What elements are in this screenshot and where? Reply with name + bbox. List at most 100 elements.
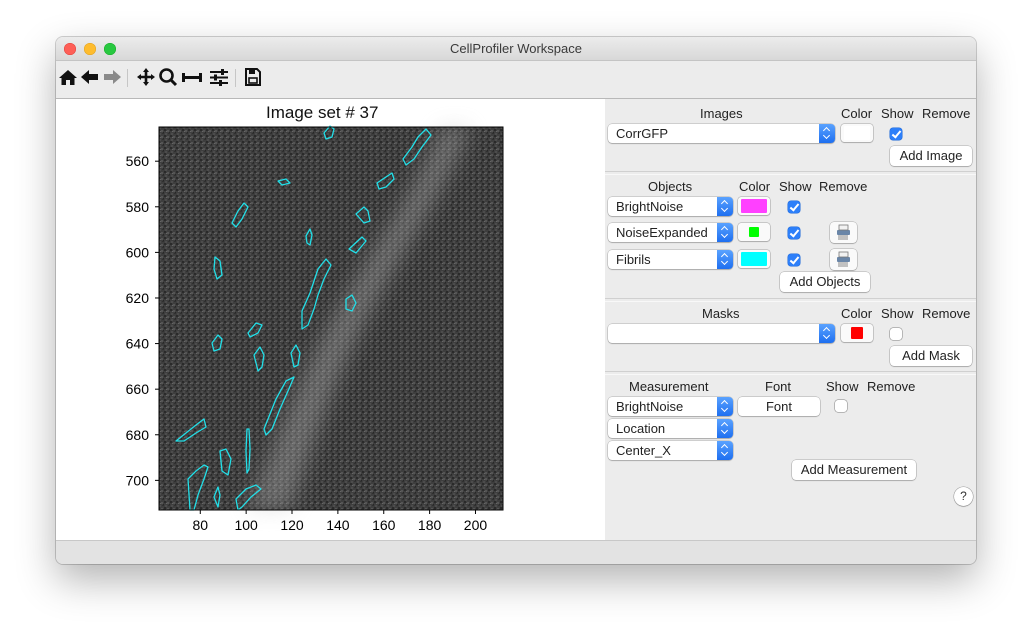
chevron-updown-icon bbox=[717, 223, 733, 242]
object-select-brightnoise[interactable]: BrightNoise bbox=[608, 197, 733, 216]
shredder-icon bbox=[837, 251, 850, 267]
y-tick-label: 640 bbox=[126, 336, 150, 352]
zoom-icon[interactable] bbox=[157, 65, 179, 89]
y-tick-label: 580 bbox=[126, 199, 150, 215]
objects-remove-header: Remove bbox=[819, 179, 868, 194]
object-select-value: BrightNoise bbox=[616, 199, 684, 214]
chevron-updown-icon bbox=[717, 419, 733, 438]
section-divider bbox=[605, 371, 976, 375]
add-measurement-button[interactable]: Add Measurement bbox=[792, 460, 916, 480]
mask-show-checkbox[interactable] bbox=[890, 328, 902, 340]
remove-object-button[interactable] bbox=[830, 249, 857, 270]
remove-object-button[interactable] bbox=[830, 222, 857, 243]
add-objects-button[interactable]: Add Objects bbox=[780, 272, 870, 292]
add-mask-button[interactable]: Add Mask bbox=[890, 346, 972, 366]
image-select[interactable]: CorrGFP bbox=[608, 124, 835, 143]
object-color-swatch[interactable] bbox=[738, 223, 770, 241]
measurement-header: Measurement bbox=[629, 379, 709, 394]
image-axes[interactable]: 80 100 120 140 160 180 200 560 580 600 620 640 660 6… bbox=[56, 99, 605, 540]
measurement-font-header: Font bbox=[765, 379, 792, 394]
save-icon[interactable] bbox=[242, 65, 264, 89]
figure-canvas: Image set # 37 80 100 120 140 160 180 20… bbox=[56, 99, 605, 540]
object-color-swatch[interactable] bbox=[738, 197, 770, 215]
measurement-category-select[interactable]: Location bbox=[608, 419, 733, 438]
subplot-adjust-icon[interactable] bbox=[181, 65, 203, 89]
object-select-value: Fibrils bbox=[616, 252, 651, 267]
object-show-checkbox[interactable] bbox=[788, 254, 800, 266]
y-tick-label: 620 bbox=[126, 290, 150, 306]
y-tick-label: 660 bbox=[126, 381, 150, 397]
chevron-updown-icon bbox=[717, 197, 733, 216]
masks-remove-header: Remove bbox=[922, 306, 971, 321]
pan-icon[interactable] bbox=[135, 65, 157, 89]
x-tick-label: 200 bbox=[464, 517, 488, 533]
chevron-updown-icon bbox=[819, 324, 835, 343]
status-bar bbox=[56, 540, 976, 564]
y-tick-label: 560 bbox=[126, 153, 150, 169]
image-color-swatch[interactable] bbox=[841, 124, 873, 142]
x-tick-label: 160 bbox=[372, 517, 396, 533]
object-select-fibrils[interactable]: Fibrils bbox=[608, 250, 733, 269]
back-arrow-icon[interactable] bbox=[79, 65, 101, 89]
object-show-checkbox[interactable] bbox=[788, 201, 800, 213]
title-bar: CellProfiler Workspace bbox=[56, 37, 976, 61]
chevron-updown-icon bbox=[819, 124, 835, 143]
chevron-updown-icon bbox=[717, 441, 733, 460]
shredder-icon bbox=[837, 224, 850, 240]
home-icon[interactable] bbox=[57, 65, 79, 89]
color-fill bbox=[741, 252, 767, 266]
color-fill bbox=[741, 199, 767, 213]
object-show-checkbox[interactable] bbox=[788, 227, 800, 239]
masks-color-header: Color bbox=[841, 306, 873, 321]
y-tick-label: 700 bbox=[126, 472, 150, 488]
measurement-remove-header: Remove bbox=[867, 379, 916, 394]
image-show-checkbox[interactable] bbox=[890, 128, 902, 140]
measurement-object-value: BrightNoise bbox=[616, 399, 684, 414]
y-tick-label: 600 bbox=[126, 244, 150, 260]
display-controls-panel: Images Color Show Remove CorrGFP Add Ima… bbox=[605, 99, 976, 540]
measurement-feature-select[interactable]: Center_X bbox=[608, 441, 733, 460]
forward-arrow-icon[interactable] bbox=[101, 65, 123, 89]
measurement-show-header: Show bbox=[826, 379, 859, 394]
color-fill bbox=[749, 227, 759, 237]
window-title: CellProfiler Workspace bbox=[450, 41, 582, 56]
images-remove-header: Remove bbox=[922, 106, 971, 121]
navigation-toolbar bbox=[56, 61, 976, 99]
configure-icon[interactable] bbox=[208, 65, 230, 89]
mask-color-swatch[interactable] bbox=[841, 324, 873, 342]
x-tick-label: 100 bbox=[234, 517, 258, 533]
objects-show-header: Show bbox=[779, 179, 812, 194]
workspace-window: CellProfiler Workspace Image set # 37 80… bbox=[56, 37, 976, 564]
images-show-header: Show bbox=[881, 106, 914, 121]
section-divider bbox=[605, 298, 976, 302]
mask-select[interactable] bbox=[608, 324, 835, 343]
objects-color-header: Color bbox=[739, 179, 771, 194]
object-select-noiseexpanded[interactable]: NoiseExpanded bbox=[608, 223, 733, 242]
masks-header: Masks bbox=[702, 306, 740, 321]
x-tick-label: 120 bbox=[280, 517, 304, 533]
section-divider bbox=[605, 171, 976, 175]
x-tick-label: 80 bbox=[192, 517, 208, 533]
toolbar-separator bbox=[235, 69, 236, 87]
measurement-object-select[interactable]: BrightNoise bbox=[608, 397, 733, 416]
masks-show-header: Show bbox=[881, 306, 914, 321]
images-header: Images bbox=[700, 106, 743, 121]
microscopy-image bbox=[159, 127, 503, 510]
chevron-updown-icon bbox=[717, 397, 733, 416]
objects-header: Objects bbox=[648, 179, 693, 194]
add-image-button[interactable]: Add Image bbox=[890, 146, 972, 166]
object-select-value: NoiseExpanded bbox=[616, 225, 708, 240]
object-color-swatch[interactable] bbox=[738, 250, 770, 268]
toolbar-separator bbox=[127, 69, 128, 87]
measurement-category-value: Location bbox=[616, 421, 666, 436]
y-tick-label: 680 bbox=[126, 427, 150, 443]
help-button[interactable]: ? bbox=[954, 487, 973, 506]
chevron-updown-icon bbox=[717, 250, 733, 269]
measurement-show-checkbox[interactable] bbox=[835, 400, 847, 412]
color-fill bbox=[851, 327, 863, 339]
image-select-value: CorrGFP bbox=[616, 126, 668, 141]
font-button[interactable]: Font bbox=[738, 397, 820, 416]
x-tick-label: 180 bbox=[418, 517, 442, 533]
measurement-feature-value: Center_X bbox=[616, 443, 671, 458]
color-fill bbox=[844, 126, 870, 140]
